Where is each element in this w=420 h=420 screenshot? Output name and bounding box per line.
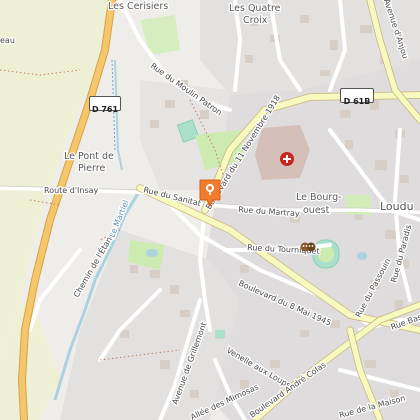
- theatre-masks-icon[interactable]: [300, 241, 316, 253]
- hospital-cross-icon[interactable]: [280, 152, 294, 166]
- pond-east: [357, 252, 367, 260]
- pond: [146, 249, 158, 257]
- map-marker-icon[interactable]: [198, 178, 222, 208]
- route-shield-d61b-label: D 61B: [343, 97, 371, 106]
- route-shield-d61b: D 61B: [340, 88, 374, 106]
- route-shield-d761-label: D 761: [91, 105, 119, 114]
- small-pitch: [215, 330, 225, 338]
- drain-channel: [114, 59, 123, 171]
- route-shield-d761: D 761: [89, 96, 121, 114]
- map-layer: [0, 0, 420, 420]
- map-canvas[interactable]: Les Cerisiers Les Quatre Croix eau Le Po…: [0, 0, 420, 420]
